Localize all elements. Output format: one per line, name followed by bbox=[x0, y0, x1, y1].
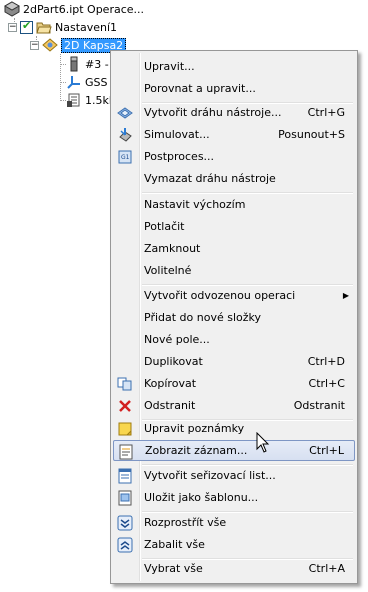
menu-item-shortcut: Ctrl+C bbox=[308, 377, 345, 390]
tree-setup-label: Nastavení1 bbox=[55, 20, 118, 34]
menu-item-label: Potlačit bbox=[144, 220, 185, 233]
svg-text:G1: G1 bbox=[121, 154, 130, 161]
delete-icon bbox=[117, 398, 133, 414]
menu-item-setup-sheet[interactable]: Vytvořit seřizovací list... bbox=[113, 465, 355, 486]
menu-item-edit-notes[interactable]: Upravit poznámky bbox=[113, 418, 355, 439]
collapse-icon[interactable]: − bbox=[8, 22, 17, 32]
menu-item-set-default[interactable]: Nastavit výchozím bbox=[113, 194, 355, 215]
template-icon bbox=[117, 490, 133, 506]
menu-item-label: Upravit... bbox=[144, 60, 195, 73]
menu-item-label: Nové pole... bbox=[144, 333, 210, 346]
menu-item-label: Zobrazit záznam... bbox=[145, 444, 248, 457]
menu-item-clear-toolpath[interactable]: Vymazat dráhu nástroje bbox=[113, 168, 355, 189]
menu-item-label: Rozprostřít vše bbox=[144, 516, 227, 529]
setup-checkbox[interactable] bbox=[20, 19, 33, 34]
menu-item-generate-toolpath[interactable]: Vytvořit dráhu nástroje... Ctrl+G bbox=[113, 102, 355, 123]
tool-icon bbox=[66, 56, 82, 72]
menu-item-delete[interactable]: Odstranit Odstranit bbox=[113, 395, 355, 416]
copy-icon bbox=[117, 376, 133, 392]
menu-item-label: Uložit jako šablonu... bbox=[144, 491, 259, 504]
context-menu: Upravit... Porovnat a upravit... Vytvoři… bbox=[110, 50, 358, 584]
menu-item-create-derived[interactable]: Vytvořit odvozenou operaci ▶ bbox=[113, 285, 355, 306]
menu-item-lock[interactable]: Zamknout bbox=[113, 238, 355, 259]
coordinate-system-icon bbox=[66, 74, 82, 90]
collapse-all-icon bbox=[117, 537, 133, 553]
menu-item-copy[interactable]: Kopírovat Ctrl+C bbox=[113, 373, 355, 394]
menu-item-shortcut: Odstranit bbox=[293, 399, 345, 412]
menu-item-simulate[interactable]: Simulovat... Posunout+S bbox=[113, 124, 355, 145]
tree-root-row[interactable]: 2dPart6.ipt Operace... bbox=[3, 0, 145, 18]
menu-item-suppress[interactable]: Potlačit bbox=[113, 216, 355, 237]
post-process-icon: G1 bbox=[117, 149, 133, 165]
menu-item-label: Postproces... bbox=[144, 150, 215, 163]
menu-item-label: Vytvořit seřizovací list... bbox=[144, 469, 276, 482]
tree-setup-row[interactable]: − Nastavení1 bbox=[8, 18, 117, 36]
tree-wcs-row[interactable]: GSS bbox=[66, 73, 108, 91]
menu-item-label: Kopírovat bbox=[144, 377, 197, 390]
notes-icon bbox=[117, 421, 133, 437]
log-icon bbox=[118, 444, 134, 460]
menu-item-label: Duplikovat bbox=[144, 355, 203, 368]
menu-item-duplicate[interactable]: Duplikovat Ctrl+D bbox=[113, 351, 355, 372]
folder-open-icon bbox=[36, 19, 52, 35]
menu-item-optional[interactable]: Volitelné bbox=[113, 260, 355, 281]
menu-item-select-all[interactable]: Vybrat vše Ctrl+A bbox=[113, 558, 355, 579]
menu-item-add-to-folder[interactable]: Přidat do nové složky bbox=[113, 307, 355, 328]
tree-line bbox=[60, 54, 61, 101]
toolpath-file-icon bbox=[66, 92, 82, 108]
menu-item-label: Zabalit vše bbox=[144, 538, 205, 551]
menu-item-shortcut: Posunout+S bbox=[278, 128, 345, 141]
menu-item-label: Upravit poznámky bbox=[144, 422, 245, 435]
menu-item-label: Vymazat dráhu nástroje bbox=[144, 172, 276, 185]
menu-item-label: Odstranit bbox=[144, 399, 196, 412]
menu-item-label: Vybrat vše bbox=[144, 562, 203, 575]
setup-sheet-icon bbox=[117, 468, 133, 484]
menu-item-post-process[interactable]: G1 Postproces... bbox=[113, 146, 355, 167]
menu-item-expand-all[interactable]: Rozprostřít vše bbox=[113, 512, 355, 533]
menu-item-save-template[interactable]: Uložit jako šablonu... bbox=[113, 487, 355, 508]
menu-item-shortcut: Ctrl+D bbox=[307, 355, 345, 368]
menu-item-shortcut: Ctrl+A bbox=[308, 562, 345, 575]
menu-item-label: Nastavit výchozím bbox=[144, 198, 246, 211]
menu-item-show-log[interactable]: Zobrazit záznam... Ctrl+L bbox=[113, 440, 355, 461]
menu-item-label: Zamknout bbox=[144, 242, 201, 255]
menu-item-new-pattern[interactable]: Nové pole... bbox=[113, 329, 355, 350]
expand-all-icon bbox=[117, 515, 133, 531]
tree-wcs-label: GSS bbox=[85, 75, 108, 89]
generate-toolpath-icon bbox=[117, 105, 133, 121]
menu-item-collapse-all[interactable]: Zabalit vše bbox=[113, 534, 355, 555]
tree-file-row[interactable]: 1.5kb bbox=[66, 91, 116, 109]
simulate-icon bbox=[117, 127, 133, 143]
tree-root-label: 2dPart6.ipt Operace... bbox=[23, 2, 145, 16]
pocket-operation-icon bbox=[42, 37, 58, 53]
mouse-cursor-icon bbox=[256, 431, 270, 457]
menu-item-shortcut: Ctrl+L bbox=[309, 444, 344, 457]
menu-item-label: Simulovat... bbox=[144, 128, 210, 141]
menu-item-label: Vytvořit odvozenou operaci bbox=[144, 289, 296, 302]
menu-item-label: Volitelné bbox=[144, 264, 192, 277]
menu-item-label: Porovnat a upravit... bbox=[144, 82, 256, 95]
collapse-icon[interactable]: − bbox=[30, 40, 39, 50]
menu-item-edit[interactable]: Upravit... bbox=[113, 56, 355, 77]
cam-document-icon bbox=[3, 1, 21, 17]
menu-item-label: Přidat do nové složky bbox=[144, 311, 262, 324]
submenu-arrow-icon: ▶ bbox=[342, 291, 349, 300]
menu-item-compare-edit[interactable]: Porovnat a upravit... bbox=[113, 78, 355, 99]
menu-item-label: Vytvořit dráhu nástroje... bbox=[144, 106, 282, 119]
menu-item-shortcut: Ctrl+G bbox=[307, 106, 345, 119]
